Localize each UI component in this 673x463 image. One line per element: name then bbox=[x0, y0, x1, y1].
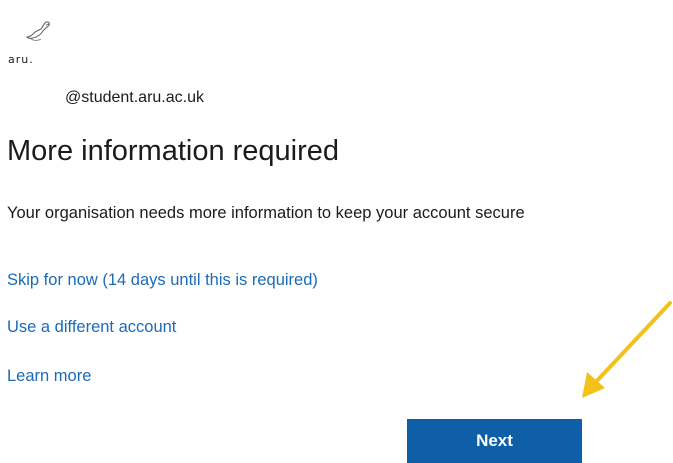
account-identity: @student.aru.ac.uk bbox=[65, 89, 204, 106]
next-button[interactable]: Next bbox=[407, 419, 582, 463]
skip-for-now-link[interactable]: Skip for now (14 days until this is requ… bbox=[7, 271, 318, 290]
annotation-arrow-icon bbox=[582, 301, 672, 398]
aru-logo: aru. bbox=[6, 20, 66, 70]
use-different-account-link[interactable]: Use a different account bbox=[7, 318, 176, 337]
page-title: More information required bbox=[7, 135, 340, 167]
page-description: Your organisation needs more information… bbox=[7, 204, 525, 222]
learn-more-link[interactable]: Learn more bbox=[7, 367, 91, 386]
swan-icon bbox=[26, 21, 51, 41]
logo-text: aru. bbox=[8, 53, 34, 66]
